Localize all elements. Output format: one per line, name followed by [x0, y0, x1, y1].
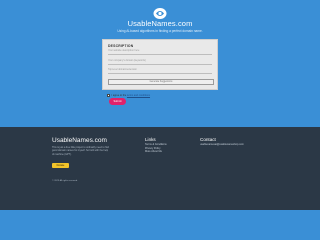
terms-checkbox[interactable] — [107, 94, 110, 97]
copyright: © 2023 All rights reserved. — [52, 180, 78, 182]
extension-input[interactable]: Top-level domain/extension — [108, 67, 212, 72]
submit-button[interactable]: Submit — [109, 98, 126, 105]
generate-suggestions-button[interactable]: Generate Suggestions — [108, 79, 214, 85]
agree-prefix: I agree to the — [111, 94, 127, 97]
site-title[interactable]: UsableNames.com — [0, 19, 320, 28]
field-divider — [108, 64, 212, 65]
description-input[interactable]: Your website description here — [108, 48, 212, 53]
terms-link[interactable]: terms and conditions — [127, 94, 150, 97]
footer-link-about[interactable]: More About Me — [145, 150, 167, 154]
footer-brand[interactable]: UsableNames.com — [52, 137, 107, 144]
footer-description: This is just a free little project to or… — [52, 146, 110, 156]
contact-heading: Contact — [200, 137, 216, 142]
field-divider — [108, 54, 212, 55]
donate-button[interactable]: Donate — [52, 163, 69, 168]
tagline: Using AI-based algorithms in finding a p… — [117, 29, 203, 33]
links-heading: Links — [145, 137, 156, 142]
keywords-input[interactable]: Your company's domain (keywords) — [108, 58, 212, 63]
footer-links: Terms & Conditions Privacy Policy More A… — [145, 143, 167, 154]
description-form-card: DESCRIPTION Your website description her… — [102, 39, 218, 90]
footer — [0, 127, 320, 210]
contact-email-link[interactable]: usablenamesai@usablenameshop.com — [200, 143, 244, 146]
field-divider — [108, 73, 212, 74]
